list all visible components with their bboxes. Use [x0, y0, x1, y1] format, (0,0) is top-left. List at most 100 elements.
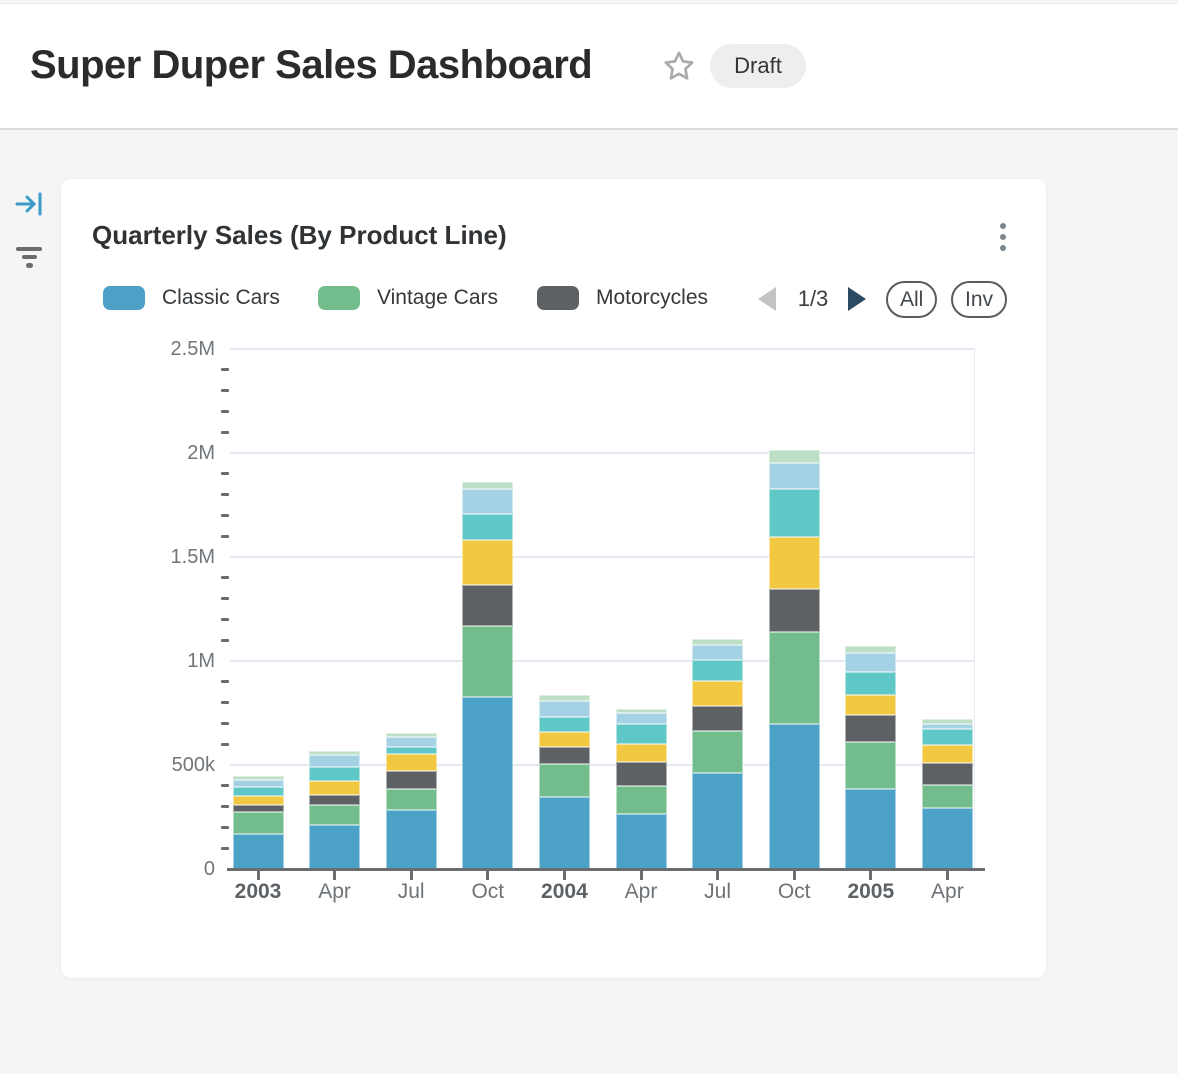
- bar-segment-motorcycles[interactable]: [922, 763, 973, 785]
- legend-select-all-button[interactable]: All: [886, 281, 937, 318]
- bar-segment-unlabeled-light-green[interactable]: [922, 719, 973, 724]
- legend-prev-page-icon[interactable]: [758, 287, 776, 311]
- legend-next-page-icon[interactable]: [848, 287, 866, 311]
- x-axis-tick: [486, 871, 489, 880]
- collapse-panel-icon[interactable]: [14, 190, 46, 218]
- bar-segment-unlabeled-light-green[interactable]: [845, 646, 896, 653]
- bar-segment-classic-cars[interactable]: [309, 825, 360, 869]
- bar-segment-classic-cars[interactable]: [386, 810, 437, 869]
- bar-segment-unlabeled-yellow[interactable]: [922, 745, 973, 762]
- y-axis-minor-tick: [221, 680, 229, 683]
- y-axis-minor-tick: [221, 576, 229, 579]
- bar-segment-unlabeled-light-green[interactable]: [386, 733, 437, 737]
- bar-segment-unlabeled-light-blue[interactable]: [309, 755, 360, 767]
- bar-segment-unlabeled-light-green[interactable]: [692, 639, 743, 645]
- bar-segment-unlabeled-teal[interactable]: [922, 729, 973, 746]
- bar-segment-unlabeled-light-blue[interactable]: [539, 701, 590, 717]
- bar-segment-motorcycles[interactable]: [769, 589, 820, 632]
- bar-segment-classic-cars[interactable]: [233, 834, 284, 869]
- bar-segment-unlabeled-teal[interactable]: [769, 489, 820, 536]
- legend-swatch: [318, 286, 360, 310]
- bar-segment-motorcycles[interactable]: [616, 762, 667, 786]
- y-axis-minor-tick: [221, 743, 229, 746]
- chart-title: Quarterly Sales (By Product Line): [92, 220, 507, 251]
- bar-segment-vintage-cars[interactable]: [386, 789, 437, 811]
- bar-segment-unlabeled-light-green[interactable]: [462, 482, 513, 489]
- bar-segment-vintage-cars[interactable]: [922, 785, 973, 809]
- bar-segment-unlabeled-yellow[interactable]: [539, 732, 590, 746]
- bar-segment-motorcycles[interactable]: [539, 747, 590, 765]
- bar-segment-unlabeled-light-blue[interactable]: [845, 653, 896, 672]
- bar-segment-unlabeled-yellow[interactable]: [692, 681, 743, 706]
- bar-segment-vintage-cars[interactable]: [462, 626, 513, 697]
- x-axis-tick: [869, 871, 872, 880]
- widget-menu-icon[interactable]: [991, 219, 1015, 255]
- bar-segment-unlabeled-teal[interactable]: [462, 514, 513, 541]
- bar-segment-motorcycles[interactable]: [692, 706, 743, 731]
- bar-segment-classic-cars[interactable]: [539, 797, 590, 869]
- y-axis-tick-label: 2M: [110, 441, 215, 465]
- bar-segment-unlabeled-light-blue[interactable]: [233, 780, 284, 787]
- legend-label: Classic Cars: [162, 286, 280, 310]
- bar-segment-vintage-cars[interactable]: [692, 731, 743, 773]
- bar-segment-classic-cars[interactable]: [845, 789, 896, 869]
- bar-segment-vintage-cars[interactable]: [233, 812, 284, 834]
- bar-segment-unlabeled-yellow[interactable]: [309, 781, 360, 795]
- bar-segment-unlabeled-light-green[interactable]: [233, 776, 284, 780]
- bar-segment-unlabeled-yellow[interactable]: [233, 796, 284, 805]
- legend-inverse-button[interactable]: Inv: [951, 281, 1007, 318]
- bar-segment-classic-cars[interactable]: [616, 814, 667, 869]
- x-axis-tick: [640, 871, 643, 880]
- x-axis-tick-label: Oct: [754, 880, 834, 904]
- bar-segment-motorcycles[interactable]: [386, 771, 437, 788]
- bar-segment-unlabeled-light-blue[interactable]: [692, 645, 743, 660]
- bar-segment-vintage-cars[interactable]: [309, 805, 360, 825]
- bar-segment-vintage-cars[interactable]: [539, 764, 590, 796]
- filter-icon[interactable]: [14, 243, 44, 273]
- bar-segment-unlabeled-light-green[interactable]: [769, 450, 820, 463]
- bar-segment-unlabeled-yellow[interactable]: [616, 744, 667, 762]
- legend-item-classic-cars[interactable]: Classic Cars: [103, 284, 280, 312]
- bar-segment-unlabeled-teal[interactable]: [233, 787, 284, 796]
- bar-segment-vintage-cars[interactable]: [616, 786, 667, 814]
- bar-segment-unlabeled-light-blue[interactable]: [616, 713, 667, 725]
- y-axis-minor-tick: [221, 431, 229, 434]
- bar-segment-unlabeled-teal[interactable]: [386, 747, 437, 754]
- bar-segment-unlabeled-light-blue[interactable]: [922, 724, 973, 728]
- bar-segment-unlabeled-teal[interactable]: [539, 717, 590, 733]
- bar-segment-unlabeled-light-blue[interactable]: [462, 489, 513, 513]
- bar-segment-motorcycles[interactable]: [233, 805, 284, 813]
- legend-item-vintage-cars[interactable]: Vintage Cars: [318, 284, 498, 312]
- bar-segment-vintage-cars[interactable]: [769, 632, 820, 724]
- bar-segment-unlabeled-yellow[interactable]: [845, 695, 896, 715]
- bar-segment-unlabeled-teal[interactable]: [845, 672, 896, 695]
- bar-segment-motorcycles[interactable]: [845, 715, 896, 742]
- bar-segment-classic-cars[interactable]: [769, 724, 820, 869]
- bar-segment-unlabeled-yellow[interactable]: [462, 540, 513, 585]
- bar-segment-classic-cars[interactable]: [462, 697, 513, 869]
- bar-segment-motorcycles[interactable]: [462, 585, 513, 626]
- legend-page-indicator: 1/3: [783, 286, 843, 312]
- bar-segment-unlabeled-teal[interactable]: [309, 767, 360, 781]
- bar-segment-unlabeled-light-green[interactable]: [616, 709, 667, 712]
- bar-segment-classic-cars[interactable]: [692, 773, 743, 869]
- bar-segment-unlabeled-teal[interactable]: [692, 660, 743, 681]
- bar-segment-unlabeled-teal[interactable]: [616, 724, 667, 743]
- y-axis-minor-tick: [221, 701, 229, 704]
- y-axis-minor-tick: [221, 514, 229, 517]
- legend-item-motorcycles[interactable]: Motorcycles: [537, 284, 708, 312]
- bar-segment-unlabeled-light-green[interactable]: [539, 695, 590, 701]
- bar-segment-unlabeled-light-blue[interactable]: [386, 737, 437, 747]
- bar-segment-motorcycles[interactable]: [309, 795, 360, 804]
- x-axis-tick: [716, 871, 719, 880]
- legend-label: Vintage Cars: [377, 286, 498, 310]
- bar-segment-vintage-cars[interactable]: [845, 742, 896, 790]
- bar-segment-unlabeled-yellow[interactable]: [386, 754, 437, 772]
- bar-segment-unlabeled-light-green[interactable]: [309, 751, 360, 755]
- bar-segment-classic-cars[interactable]: [922, 808, 973, 869]
- favorite-star-icon[interactable]: [661, 48, 697, 84]
- status-badge[interactable]: Draft: [710, 44, 806, 88]
- x-axis-tick-label: Jul: [678, 880, 758, 904]
- bar-segment-unlabeled-yellow[interactable]: [769, 537, 820, 589]
- bar-segment-unlabeled-light-blue[interactable]: [769, 463, 820, 490]
